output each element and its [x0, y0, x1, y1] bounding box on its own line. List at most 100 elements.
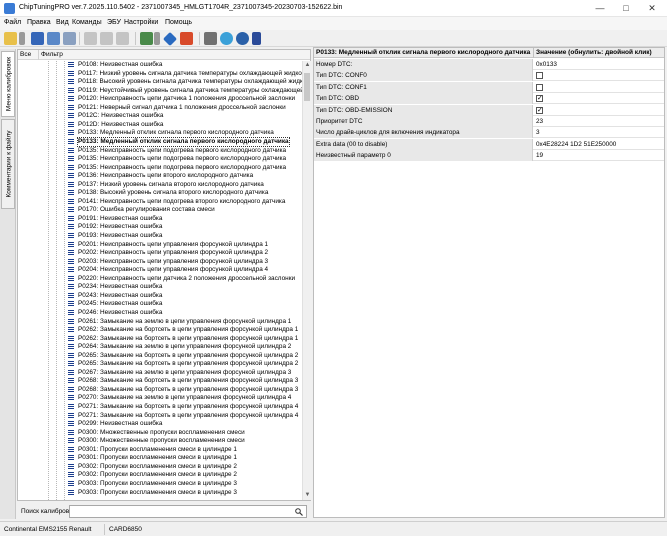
property-row[interactable]: Тип DTC: CONF0 [314, 70, 664, 82]
column-all[interactable]: Все [20, 51, 31, 58]
tree-item[interactable]: P0220: Неисправность цепи датчика 2 поло… [18, 275, 302, 283]
scroll-down-icon[interactable]: ▼ [303, 491, 312, 500]
property-row[interactable]: Тип DTC: OBD ✓ [314, 93, 664, 105]
help-icon[interactable] [252, 32, 261, 45]
tree-item[interactable]: P0300: Множественные пропуски воспламене… [18, 437, 302, 445]
tree-item[interactable]: P0264: Замыкание на землю в цепи управле… [18, 343, 302, 351]
property-value[interactable]: 3 [536, 127, 540, 138]
undo-icon[interactable] [116, 32, 129, 45]
tree-item[interactable]: P0192: Неизвестная ошибка [18, 223, 302, 231]
tree-item[interactable]: P0265: Замыкание на бортсеть в цепи упра… [18, 352, 302, 360]
scroll-thumb[interactable] [304, 73, 310, 101]
web-icon[interactable] [220, 32, 233, 45]
menu-file[interactable]: Файл [4, 19, 21, 26]
minimize-icon[interactable]: — [588, 0, 612, 17]
tree-item[interactable]: P0301: Пропуски воспламенения смеси в ци… [18, 454, 302, 462]
menu-help[interactable]: Помощь [165, 19, 192, 26]
tree-item[interactable]: P0267: Замыкание на землю в цепи управле… [18, 369, 302, 377]
property-row[interactable]: Приоритет DTC 23 [314, 116, 664, 127]
save-as-icon[interactable] [47, 32, 60, 45]
tree-item[interactable]: P0243: Неизвестная ошибка [18, 292, 302, 300]
property-value[interactable]: 23 [536, 116, 543, 127]
property-row[interactable]: Тип DTC: CONF1 [314, 81, 664, 93]
tree-item[interactable]: P0271: Замыкание на бортсеть в цепи упра… [18, 412, 302, 420]
property-value[interactable]: 0x0133 [536, 59, 557, 70]
tree-item[interactable]: P0120: Неисправность цепи датчика 1 поло… [18, 95, 302, 103]
tree-item[interactable]: P0204: Неисправность цепи управления фор… [18, 266, 302, 274]
paste-icon[interactable] [100, 32, 113, 45]
property-row[interactable]: Тип DTC: OBD-EMISSION ✓ [314, 104, 664, 116]
tree-scrollbar[interactable]: ▲ ▼ [302, 61, 311, 500]
tree-item[interactable]: P0135: Неисправность цепи подогрева перв… [18, 155, 302, 163]
menu-view[interactable]: Вид [56, 19, 69, 26]
menu-edit[interactable]: Правка [27, 19, 51, 26]
tab-calibration-menu[interactable]: Меню калибровок [1, 51, 15, 117]
search-input[interactable] [69, 505, 307, 518]
tree-item[interactable]: P0201: Неисправность цепи управления фор… [18, 241, 302, 249]
property-checkbox[interactable] [536, 72, 543, 80]
tree-item[interactable]: P0108: Неизвестная ошибка [18, 61, 302, 69]
tree-item[interactable]: P0202: Неисправность цепи управления фор… [18, 249, 302, 257]
save-icon[interactable] [31, 32, 44, 45]
tree-item[interactable]: P0271: Замыкание на бортсеть в цепи упра… [18, 403, 302, 411]
tree-item[interactable]: P012C: Неизвестная ошибка [18, 112, 302, 120]
tree-item[interactable]: P0137: Низкий уровень сигнала второго ки… [18, 181, 302, 189]
property-row[interactable]: Неизвестный параметр 0 19 [314, 150, 664, 162]
tree-item[interactable]: P0268: Замыкание на бортсеть в цепи упра… [18, 386, 302, 394]
tab-file-comments[interactable]: Комментарии к файлу [1, 119, 15, 209]
tree-item[interactable]: P0118: Высокий уровень сигнала датчика т… [18, 78, 302, 86]
tree-item[interactable]: P0133: Медленный отклик сигнала первого … [18, 136, 302, 147]
menu-commands[interactable]: Команды [72, 19, 102, 26]
scroll-up-icon[interactable]: ▲ [303, 61, 312, 70]
tree-item[interactable]: P0133: Медленный отклик сигнала первого … [18, 129, 302, 137]
tree-item[interactable]: P0191: Неизвестная ошибка [18, 215, 302, 223]
property-value[interactable]: 19 [536, 150, 543, 161]
property-checkbox[interactable]: ✓ [536, 106, 543, 114]
checksum-icon[interactable] [140, 32, 153, 45]
settings-icon[interactable] [236, 32, 249, 45]
tree-item[interactable]: P0262: Замыкание на бортсеть в цепи упра… [18, 326, 302, 334]
property-checkbox[interactable]: ✓ [536, 95, 543, 103]
menu-ecu[interactable]: ЭБУ [107, 19, 121, 26]
tree-item[interactable]: P0138: Высокий уровень сигнала второго к… [18, 189, 302, 197]
tree-item[interactable]: P0268: Замыкание на бортсеть в цепи упра… [18, 377, 302, 385]
tree-item[interactable]: P0302: Пропуски воспламенения смеси в ци… [18, 471, 302, 479]
tree-item[interactable]: P012D: Неизвестная ошибка [18, 121, 302, 129]
tree-item[interactable]: P0119: Неустойчивый уровень сигнала датч… [18, 87, 302, 95]
dropdown-arrow-icon[interactable] [19, 32, 25, 45]
dropdown-arrow-icon[interactable] [154, 32, 160, 45]
tree-item[interactable]: P0270: Замыкание на землю в цепи управле… [18, 394, 302, 402]
tree-item[interactable]: P0203: Неисправность цепи управления фор… [18, 258, 302, 266]
property-value[interactable]: 0x4E28224 1D2 51E250000 [536, 139, 616, 150]
tree-item[interactable]: P0246: Неизвестная ошибка [18, 309, 302, 317]
close-icon[interactable]: ✕ [640, 0, 664, 17]
tree-item[interactable]: P0262: Замыкание на бортсеть в цепи упра… [18, 335, 302, 343]
tree-item[interactable]: P0303: Пропуски воспламенения смеси в ци… [18, 489, 302, 497]
tree-item[interactable]: P0265: Замыкание на бортсеть в цепи упра… [18, 360, 302, 368]
tree-item[interactable]: P0245: Неизвестная ошибка [18, 300, 302, 308]
tree-item[interactable]: P0121: Неверный сигнал датчика 1 положен… [18, 104, 302, 112]
tree-item[interactable]: P0299: Неизвестная ошибка [18, 420, 302, 428]
tree-item[interactable]: P0234: Неизвестная ошибка [18, 283, 302, 291]
tree-item[interactable]: P0141: Неисправность цепи подогрева втор… [18, 198, 302, 206]
copy-icon[interactable] [84, 32, 97, 45]
menu-settings[interactable]: Настройки [124, 19, 158, 26]
tree-item[interactable]: P0117: Низкий уровень сигнала датчика те… [18, 70, 302, 78]
tree-item[interactable]: P0303: Пропуски воспламенения смеси в ци… [18, 480, 302, 488]
tree-item[interactable]: P0302: Пропуски воспламенения смеси в ци… [18, 463, 302, 471]
tree-item[interactable]: P0301: Пропуски воспламенения смеси в ци… [18, 446, 302, 454]
tree-item[interactable]: P0135: Неисправность цепи подогрева перв… [18, 147, 302, 155]
tools-icon[interactable] [204, 32, 217, 45]
tree-item[interactable]: P0261: Замыкание на землю в цепи управле… [18, 318, 302, 326]
tree-item[interactable]: P0135: Неисправность цепи подогрева перв… [18, 164, 302, 172]
tree-item[interactable]: P0300: Множественные пропуски воспламене… [18, 429, 302, 437]
property-checkbox[interactable] [536, 83, 543, 91]
tree-item[interactable]: P0193: Неизвестная ошибка [18, 232, 302, 240]
property-row[interactable]: Число драйв-циклов для включения индикат… [314, 127, 664, 139]
column-filter[interactable]: Фильтр [41, 51, 63, 58]
search-icon[interactable] [295, 508, 303, 516]
tree-item[interactable]: P0136: Неисправность цепи второго кислор… [18, 172, 302, 180]
property-row[interactable]: Extra data (00 to disable) 0x4E28224 1D2 … [314, 138, 664, 150]
maximize-icon[interactable]: □ [614, 0, 638, 17]
diamond-icon[interactable] [162, 31, 178, 47]
